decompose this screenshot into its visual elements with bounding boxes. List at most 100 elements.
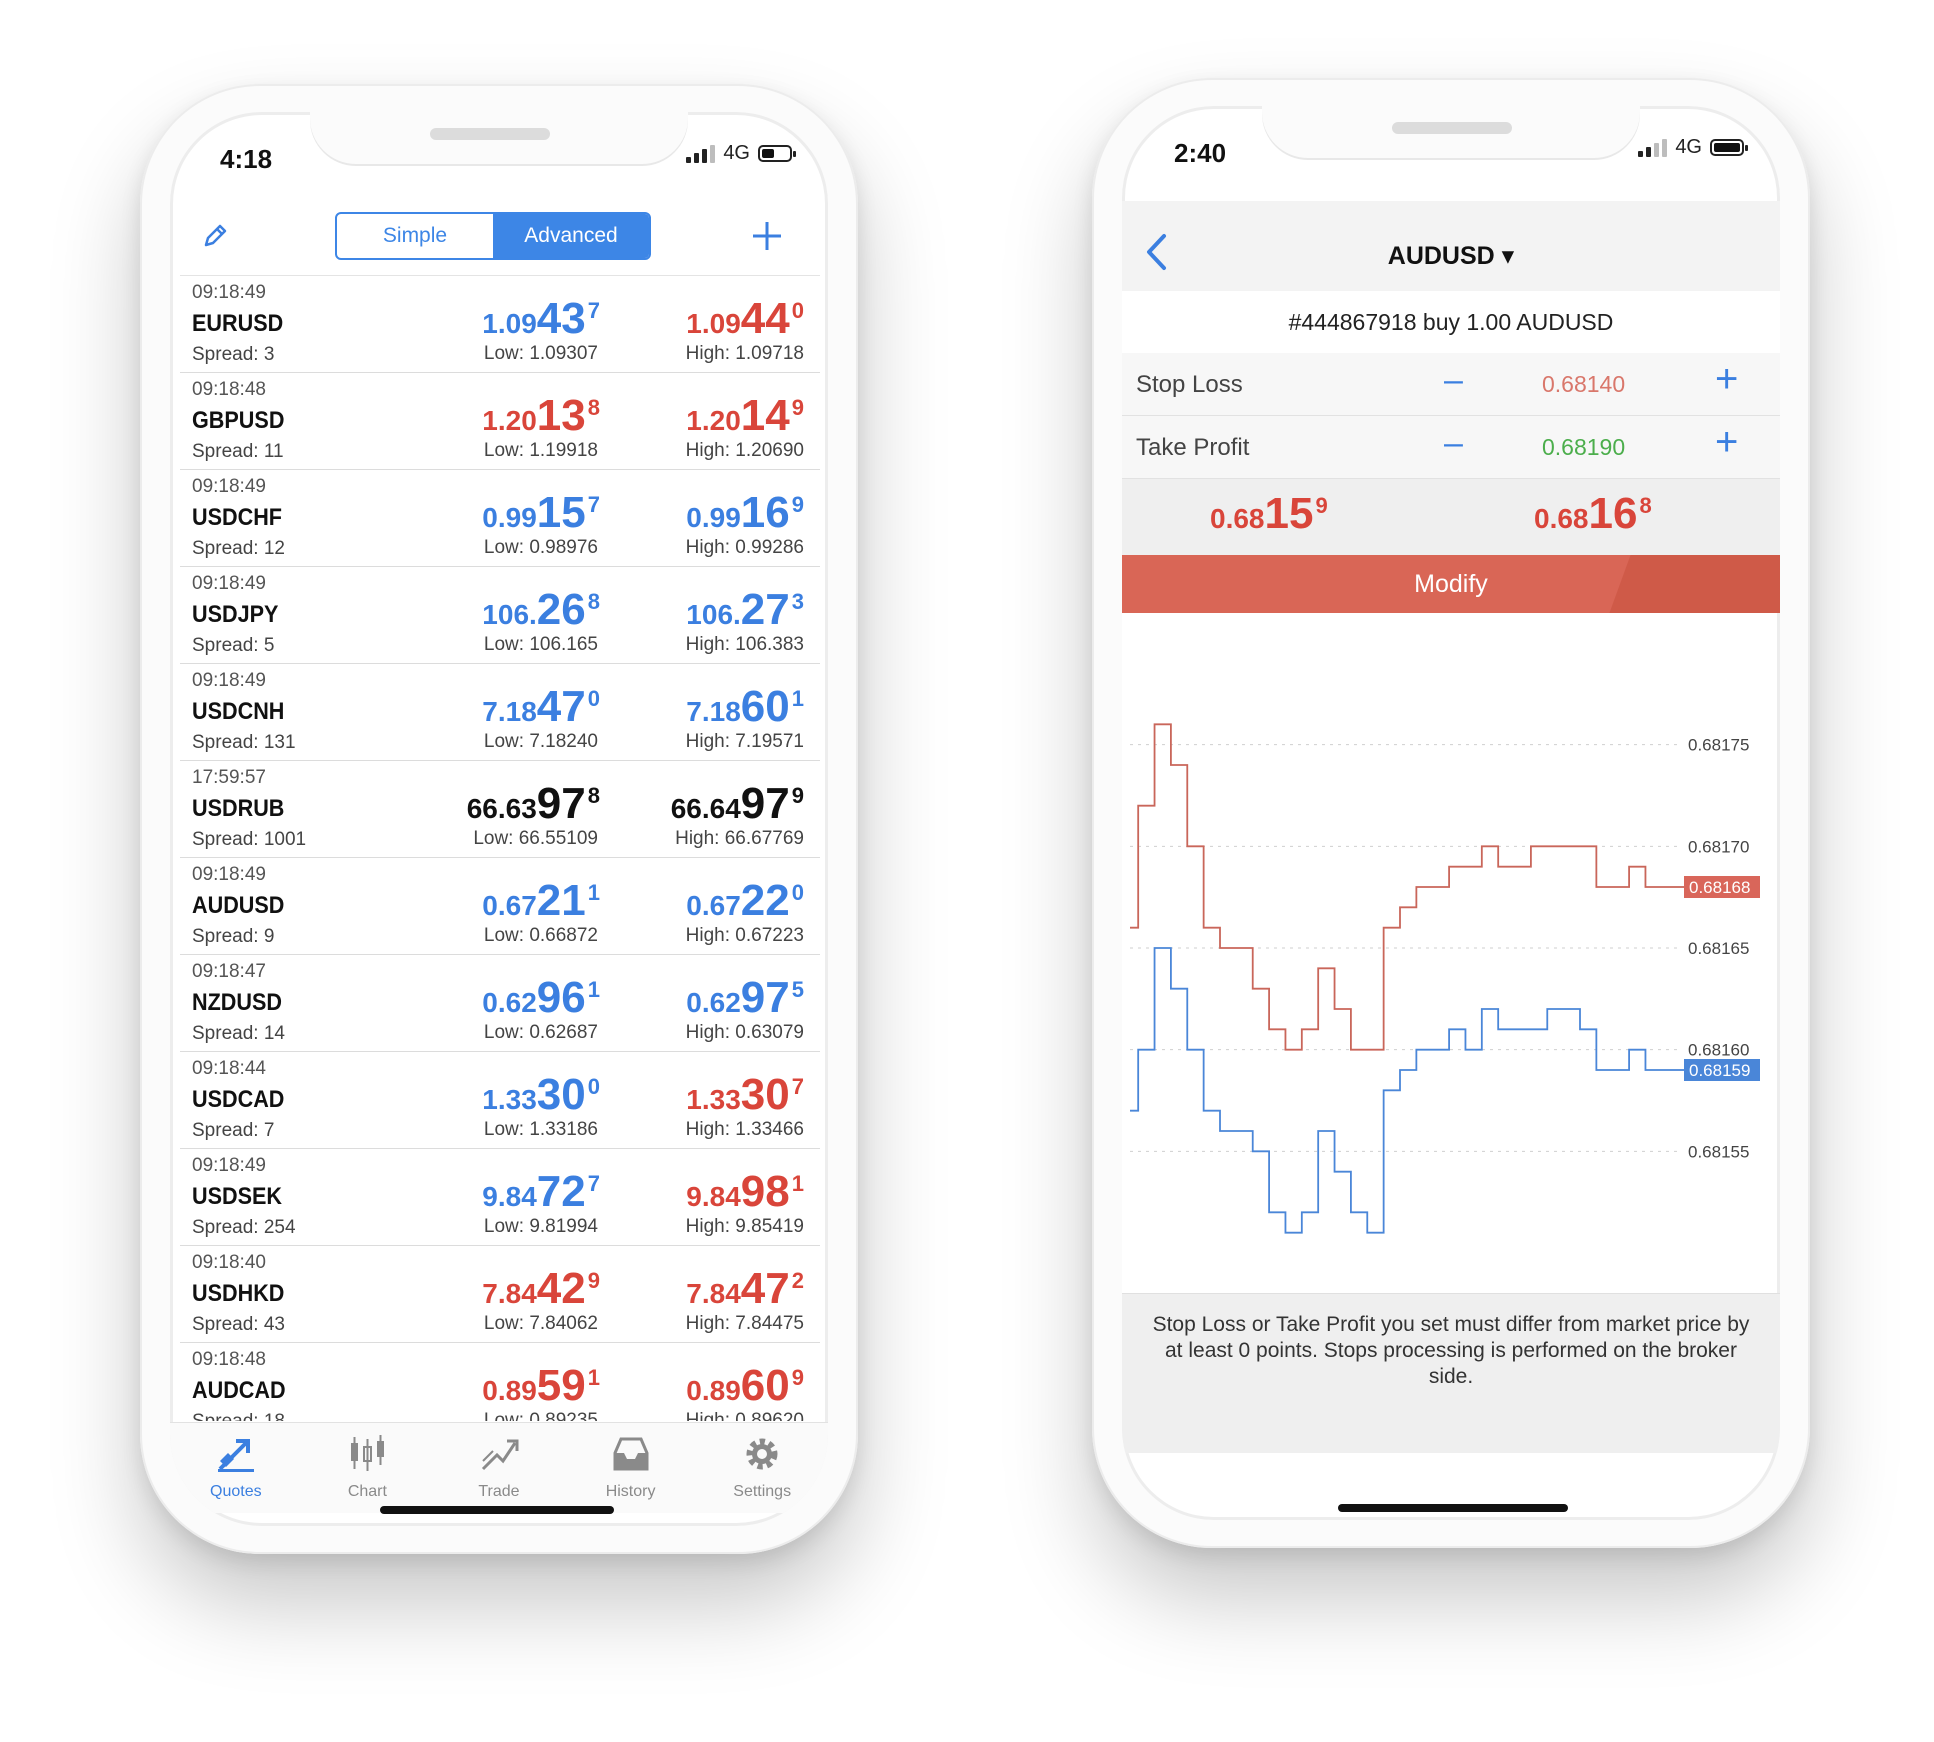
ask-price-tag-label: 0.68168 [1689, 878, 1750, 897]
tab-label: History [605, 1483, 656, 1500]
low-price: Low: 1.19918 [483, 440, 598, 461]
low-price: Low: 0.98976 [483, 537, 598, 558]
stop-loss-plus-button[interactable]: + [1715, 357, 1738, 402]
quote-row[interactable]: 09:18:49 USDSEK Spread: 254 9.84727 9.84981 L… [180, 1149, 820, 1246]
bid-price: 1.09437 [482, 294, 600, 343]
quote-row[interactable]: 17:59:57 USDRUB Spread: 1001 66.63978 66.649… [180, 761, 820, 858]
home-indicator [1338, 1504, 1568, 1512]
bid-price: 0.62961 [482, 973, 600, 1022]
high-price: High: 7.19571 [685, 731, 804, 752]
quote-row[interactable]: 09:18:49 EURUSD Spread: 3 1.09437 1.09440 Low… [180, 276, 820, 373]
bid-price: 0.67211 [482, 876, 600, 925]
quote-spread: Spread: 254 [192, 1217, 296, 1238]
quote-time: 09:18:47 [192, 961, 266, 982]
take-profit-row: Take Profit – 0.68190 + [1122, 416, 1780, 479]
quote-spread: Spread: 11 [192, 441, 284, 462]
ask-price: 1.20149 [686, 391, 804, 440]
history-icon [613, 1437, 649, 1471]
quote-row[interactable]: 09:18:49 USDCHF Spread: 12 0.99157 0.99169 Lo… [180, 470, 820, 567]
speaker [1392, 122, 1512, 134]
y-tick-label: 0.68160 [1688, 1041, 1749, 1060]
take-profit-minus-button[interactable]: – [1444, 424, 1463, 463]
stop-loss-value[interactable]: 0.68140 [1542, 371, 1625, 398]
add-symbol-icon[interactable] [750, 219, 784, 253]
quote-row[interactable]: 09:18:48 GBPUSD Spread: 11 1.20138 1.20149 Lo… [180, 373, 820, 470]
tab-label: Settings [733, 1483, 792, 1500]
quote-symbol: USDCHF [192, 504, 282, 531]
quote-spread: Spread: 7 [192, 1120, 275, 1141]
status-time: 2:40 [1174, 138, 1227, 168]
stop-loss-row: Stop Loss – 0.68140 + [1122, 353, 1780, 416]
tab-history[interactable]: History [565, 1423, 697, 1513]
low-price: Low: 106.165 [483, 634, 598, 655]
y-tick-label: 0.68165 [1688, 939, 1749, 958]
bid-price: 0.99157 [482, 488, 600, 537]
quote-spread: Spread: 3 [192, 344, 275, 365]
quote-symbol: AUDCAD [192, 1377, 286, 1404]
quote-time: 09:18:48 [192, 379, 266, 400]
quote-time: 09:18:49 [192, 864, 266, 885]
quote-symbol: USDRUB [192, 795, 285, 822]
quote-symbol: USDHKD [192, 1280, 285, 1307]
segment-advanced[interactable]: Advanced [493, 214, 649, 258]
quote-row[interactable]: 09:18:48 AUDCAD Spread: 18 0.89591 0.89609 Lo… [180, 1343, 820, 1421]
status-time: 4:18 [220, 144, 273, 174]
quote-time: 09:18:49 [192, 573, 266, 594]
ask-price: 1.09440 [686, 294, 804, 343]
quote-row[interactable]: 09:18:49 AUDUSD Spread: 9 0.67211 0.67220 Low… [180, 858, 820, 955]
bid-price: 9.84727 [482, 1167, 600, 1216]
quote-time: 09:18:40 [192, 1252, 266, 1273]
quote-symbol: GBPUSD [192, 407, 285, 434]
segment-simple[interactable]: Simple [337, 214, 493, 258]
quote-spread: Spread: 5 [192, 635, 275, 656]
bid-price: 0.89591 [482, 1361, 600, 1410]
high-price: High: 66.67769 [675, 828, 804, 849]
ask-price: 0.67220 [686, 876, 804, 925]
tab-settings[interactable]: Settings [696, 1423, 828, 1513]
tab-quotes[interactable]: Quotes [170, 1423, 302, 1513]
edit-pencil-icon[interactable] [200, 221, 230, 251]
modify-button[interactable]: Modify [1122, 555, 1780, 613]
ask-price: 1.33307 [686, 1070, 804, 1119]
quote-row[interactable]: 09:18:40 USDHKD Spread: 43 7.84429 7.84472 Lo… [180, 1246, 820, 1343]
high-price: High: 7.84475 [685, 1313, 804, 1334]
quote-row[interactable]: 09:18:49 USDCNH Spread: 131 7.18470 7.18601 L… [180, 664, 820, 761]
modify-button-label: Modify [1414, 570, 1488, 598]
quotes-icon [217, 1439, 254, 1472]
quote-spread: Spread: 14 [192, 1023, 285, 1044]
low-price: Low: 9.81994 [483, 1216, 598, 1237]
take-profit-value[interactable]: 0.68190 [1542, 434, 1625, 461]
ask-price: 7.84472 [686, 1264, 804, 1313]
tab-bar: Quotes Chart Trade History Settings [170, 1422, 828, 1513]
quote-time: 17:59:57 [192, 767, 266, 788]
high-price: High: 9.85419 [685, 1216, 804, 1237]
quote-time: 09:18:49 [192, 1155, 266, 1176]
high-price: High: 1.09718 [685, 343, 804, 364]
quote-symbol: EURUSD [192, 310, 284, 337]
modify-button-shade [1609, 555, 1780, 613]
low-price: Low: 66.55109 [473, 828, 598, 849]
battery-icon [758, 145, 796, 162]
quote-row[interactable]: 09:18:47 NZDUSD Spread: 14 0.62961 0.62975 Lo… [180, 955, 820, 1052]
quote-time: 09:18:49 [192, 670, 266, 691]
ask-price: 0.68168 [1534, 489, 1652, 538]
tab-label: Trade [478, 1483, 520, 1500]
stop-loss-minus-button[interactable]: – [1444, 361, 1463, 400]
quote-spread: Spread: 43 [192, 1314, 285, 1335]
quote-row[interactable]: 09:18:49 USDJPY Spread: 5 106.268 106.273 Low… [180, 567, 820, 664]
speaker [430, 128, 550, 140]
tab-chart[interactable]: Chart [302, 1423, 434, 1513]
signal-icon [1638, 138, 1668, 157]
gear-icon [746, 1438, 778, 1470]
bid-line [1130, 947, 1670, 1234]
phone-quotes: 4:18 4G Simple Advanced 09:18:49 EURUSD Sp… [140, 84, 858, 1554]
symbol-title-dropdown[interactable]: AUDUSD ▾ [1122, 241, 1780, 271]
take-profit-plus-button[interactable]: + [1715, 420, 1738, 465]
low-price: Low: 1.09307 [483, 343, 598, 364]
tab-label: Chart [347, 1483, 387, 1500]
tab-trade[interactable]: Trade [433, 1423, 565, 1513]
y-tick-label: 0.68155 [1688, 1142, 1749, 1161]
quote-row[interactable]: 09:18:44 USDCAD Spread: 7 1.33300 1.33307 Low… [180, 1052, 820, 1149]
network-label: 4G [723, 142, 750, 164]
quote-spread: Spread: 18 [192, 1411, 285, 1421]
